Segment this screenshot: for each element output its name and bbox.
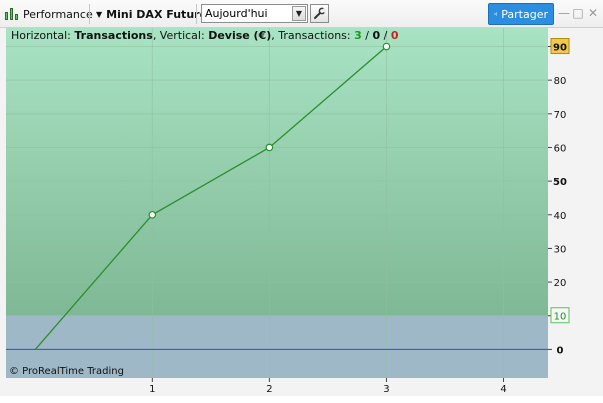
performance-window: Performance ▼ Mini DAX Future Aujourd'hu…	[0, 0, 603, 403]
copyright-text: © ProRealTime Trading	[9, 366, 124, 377]
y-tick-label: 30	[554, 244, 567, 255]
y-tick-label: 20	[554, 278, 567, 289]
y-tick-label: 40	[554, 211, 567, 222]
transactions-losing: 0	[390, 29, 399, 42]
transactions-neutral: 0	[372, 29, 381, 42]
x-tick-label: 4	[500, 384, 506, 395]
x-tick-label: 1	[149, 384, 155, 395]
x-axis: 1 2 3 4	[149, 378, 507, 395]
header-separator: /	[361, 29, 373, 42]
y-tick-label: 60	[554, 143, 567, 154]
header-transactions-prefix: , Transactions:	[271, 29, 355, 42]
header-separator: /	[380, 29, 391, 42]
y-tick-label: 70	[554, 110, 567, 121]
chart-header: Horizontal: Transactions, Vertical: Devi…	[11, 29, 399, 42]
profit-zone	[6, 28, 548, 316]
y-tick-label: 10	[554, 312, 567, 323]
data-point	[382, 42, 391, 51]
y-tick-label: 0	[557, 345, 564, 356]
data-point	[148, 210, 157, 219]
header-vertical-value: Devise (€)	[208, 29, 272, 42]
header-horizontal-prefix: Horizontal:	[11, 29, 75, 42]
header-horizontal-value: Transactions	[74, 29, 153, 42]
performance-chart[interactable]: 0102030405060708090 1234	[0, 0, 603, 403]
transactions-total: 3	[354, 29, 362, 42]
y-tick-label: 90	[553, 43, 567, 54]
x-tick-label: 2	[266, 384, 272, 395]
y-axis: 0 10 20 30 40 50 60 70 80 90	[548, 38, 570, 356]
y-tick-label: 80	[554, 76, 567, 87]
header-vertical-prefix: , Vertical:	[152, 29, 209, 42]
y-tick-label: 50	[553, 177, 567, 188]
data-point	[265, 143, 274, 152]
x-tick-label: 3	[383, 384, 389, 395]
